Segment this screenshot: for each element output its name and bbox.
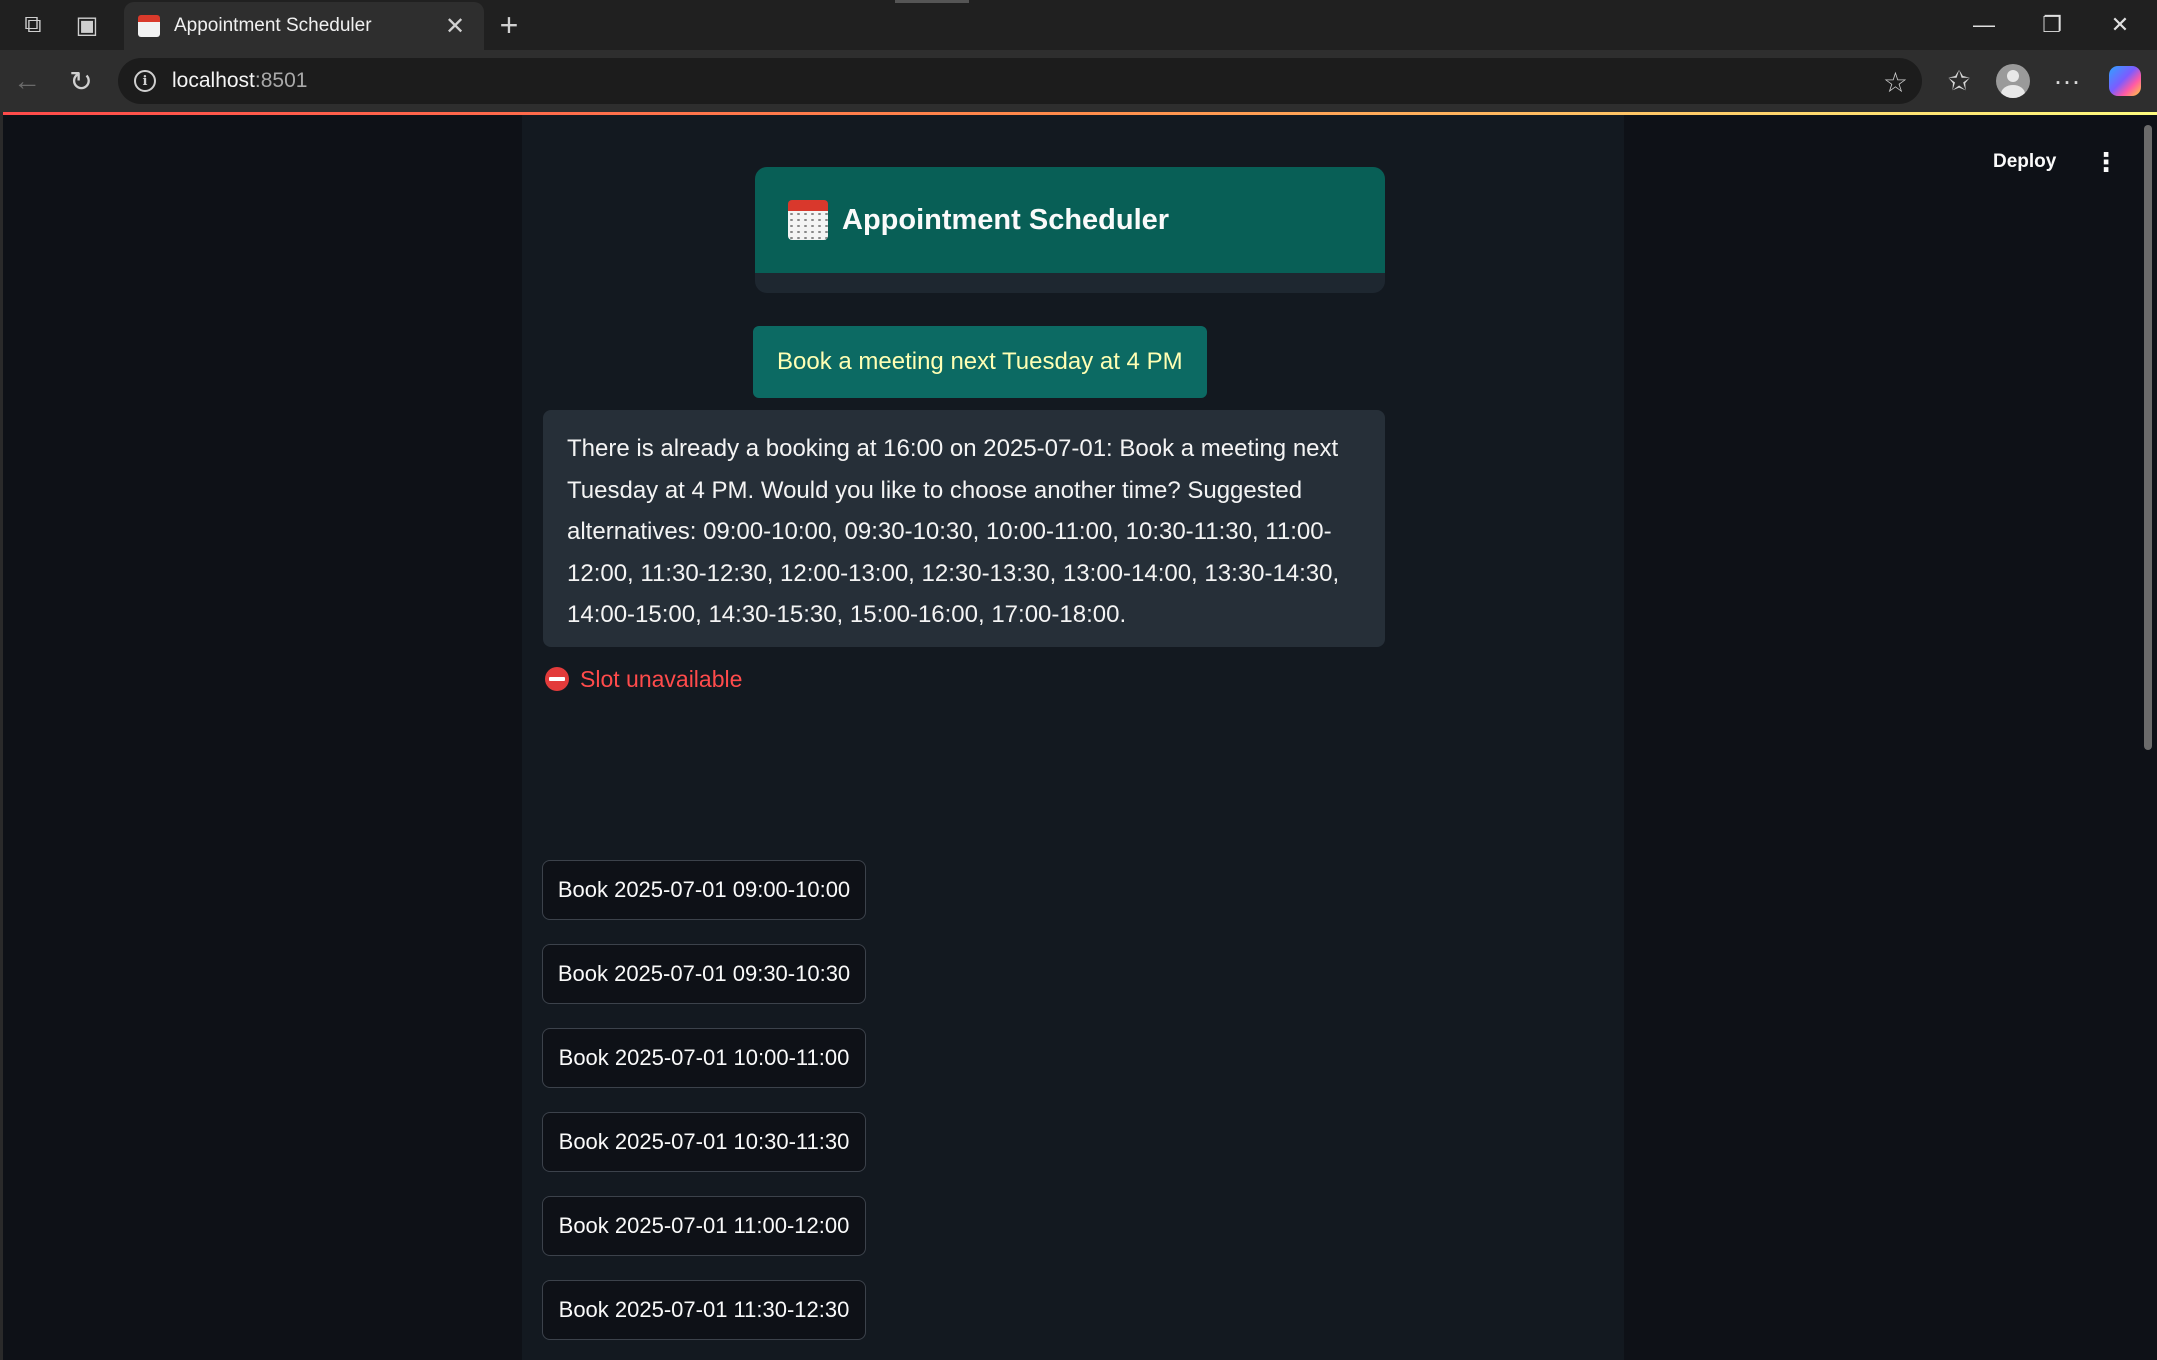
error-text: Slot unavailable — [580, 665, 743, 692]
assistant-message-bubble: There is already a booking at 16:00 on 2… — [543, 410, 1385, 647]
site-info-icon[interactable]: i — [134, 70, 156, 92]
tab-title: Appointment Scheduler — [174, 15, 372, 36]
workspaces-icon[interactable]: ⧉ — [6, 0, 60, 50]
favorites-icon[interactable]: ✩ — [1932, 50, 1986, 112]
page-title: Appointment Scheduler — [842, 203, 1170, 236]
restore-icon[interactable]: ❐ — [2018, 0, 2086, 50]
url-port: :8501 — [254, 69, 308, 92]
new-tab-icon[interactable]: + — [494, 0, 524, 50]
calendar-icon — [788, 200, 828, 240]
main-column — [522, 115, 1624, 1360]
book-slot-button[interactable]: Book 2025-07-01 11:30-12:30 — [542, 1280, 866, 1340]
book-slot-button[interactable]: Book 2025-07-01 10:00-11:00 — [542, 1028, 866, 1088]
app-header: Appointment Scheduler — [755, 167, 1385, 273]
more-options-icon[interactable]: ··· — [2040, 50, 2094, 112]
browser-tab[interactable]: Appointment Scheduler ✕ — [124, 2, 484, 50]
favorite-star-icon[interactable]: ☆ — [1883, 66, 1908, 99]
deploy-button[interactable]: Deploy — [1993, 142, 2056, 182]
close-tab-icon[interactable]: ✕ — [440, 12, 470, 41]
user-message-bubble: Book a meeting next Tuesday at 4 PM — [753, 326, 1207, 398]
app-header-card: Appointment Scheduler — [755, 167, 1385, 293]
url-host: localhost — [172, 69, 255, 92]
close-window-icon[interactable]: ✕ — [2086, 0, 2154, 50]
book-slot-button[interactable]: Book 2025-07-01 09:00-10:00 — [542, 860, 866, 920]
address-bar[interactable]: i localhost:8501 ☆ — [118, 58, 1922, 104]
no-entry-icon — [545, 667, 569, 691]
page-viewport: Deploy ⋮ — [0, 112, 2157, 1360]
vertical-tabs-icon[interactable]: ▣ — [60, 0, 114, 50]
profile-avatar-icon — [1996, 64, 2030, 98]
book-slot-button[interactable]: Book 2025-07-01 09:30-10:30 — [542, 944, 866, 1004]
scrollbar[interactable] — [2140, 115, 2157, 1360]
error-alert: Slot unavailable — [545, 662, 742, 696]
copilot-button[interactable] — [2098, 50, 2152, 112]
main-menu-icon[interactable]: ⋮ — [2091, 142, 2121, 182]
window-drag-indicator — [895, 0, 969, 3]
back-icon[interactable]: ← — [0, 50, 54, 112]
minimize-icon[interactable]: — — [1950, 0, 2018, 50]
browser-tab-bar: ⧉ ▣ Appointment Scheduler ✕ + — ❐ ✕ — [0, 0, 2157, 50]
book-slot-button[interactable]: Book 2025-07-01 11:00-12:00 — [542, 1196, 866, 1256]
profile-button[interactable] — [1986, 50, 2040, 112]
scrollbar-thumb[interactable] — [2144, 125, 2152, 750]
copilot-icon — [2109, 66, 2141, 96]
refresh-icon[interactable]: ↻ — [54, 50, 108, 112]
book-slot-button[interactable]: Book 2025-07-01 10:30-11:30 — [542, 1112, 866, 1172]
calendar-favicon-icon — [138, 15, 160, 37]
